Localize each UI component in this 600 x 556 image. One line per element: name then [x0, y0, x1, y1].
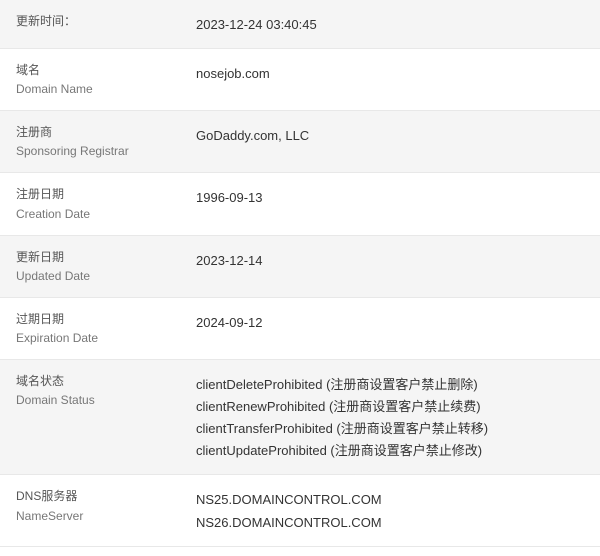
label-en-registrar: Sponsoring Registrar: [16, 142, 180, 160]
label-zh-creation-date: 注册日期: [16, 185, 180, 204]
value-update-time: 2023-12-24 03:40:45: [196, 12, 584, 36]
row-domain-name: 域名Domain Namenosejob.com: [0, 49, 600, 111]
value-line: NS25.DOMAINCONTROL.COM: [196, 489, 584, 511]
value-line: 2023-12-14: [196, 250, 584, 272]
label-zh-expiration-date: 过期日期: [16, 310, 180, 329]
row-domain-status: 域名状态Domain StatusclientDeleteProhibited …: [0, 360, 600, 475]
label-en-expiration-date: Expiration Date: [16, 329, 180, 347]
label-expiration-date: 过期日期Expiration Date: [16, 310, 196, 347]
label-zh-domain-name: 域名: [16, 61, 180, 80]
label-en-domain-status: Domain Status: [16, 391, 180, 409]
value-line: 2024-09-12: [196, 312, 584, 334]
label-zh-registrar: 注册商: [16, 123, 180, 142]
label-zh-domain-status: 域名状态: [16, 372, 180, 391]
value-nameserver: NS25.DOMAINCONTROL.COMNS26.DOMAINCONTROL…: [196, 487, 584, 533]
row-registrar: 注册商Sponsoring RegistrarGoDaddy.com, LLC: [0, 111, 600, 173]
label-domain-status: 域名状态Domain Status: [16, 372, 196, 409]
value-line: nosejob.com: [196, 63, 584, 85]
label-nameserver: DNS服务器NameServer: [16, 487, 196, 524]
value-creation-date: 1996-09-13: [196, 185, 584, 209]
value-updated-date: 2023-12-14: [196, 248, 584, 272]
label-zh-update-time: 更新时间：: [16, 12, 180, 31]
label-zh-updated-date: 更新日期: [16, 248, 180, 267]
value-line: 1996-09-13: [196, 187, 584, 209]
label-updated-date: 更新日期Updated Date: [16, 248, 196, 285]
value-registrar: GoDaddy.com, LLC: [196, 123, 584, 147]
value-line: GoDaddy.com, LLC: [196, 125, 584, 147]
label-zh-nameserver: DNS服务器: [16, 487, 180, 506]
row-update-time: 更新时间： 2023-12-24 03:40:45: [0, 0, 600, 49]
value-line: NS26.DOMAINCONTROL.COM: [196, 512, 584, 534]
label-en-updated-date: Updated Date: [16, 267, 180, 285]
label-en-nameserver: NameServer: [16, 507, 180, 525]
value-line: clientTransferProhibited (注册商设置客户禁止转移): [196, 418, 584, 440]
value-line: clientUpdateProhibited (注册商设置客户禁止修改): [196, 440, 584, 462]
value-domain-name: nosejob.com: [196, 61, 584, 85]
label-registrar: 注册商Sponsoring Registrar: [16, 123, 196, 160]
label-domain-name: 域名Domain Name: [16, 61, 196, 98]
row-nameserver: DNS服务器NameServerNS25.DOMAINCONTROL.COMNS…: [0, 475, 600, 546]
row-expiration-date: 过期日期Expiration Date2024-09-12: [0, 298, 600, 360]
label-creation-date: 注册日期Creation Date: [16, 185, 196, 222]
value-line: 2023-12-24 03:40:45: [196, 14, 584, 36]
value-line: clientDeleteProhibited (注册商设置客户禁止删除): [196, 374, 584, 396]
label-en-creation-date: Creation Date: [16, 205, 180, 223]
whois-table: 更新时间：2023-12-24 03:40:45域名Domain Namenos…: [0, 0, 600, 547]
value-expiration-date: 2024-09-12: [196, 310, 584, 334]
row-creation-date: 注册日期Creation Date1996-09-13: [0, 173, 600, 235]
value-domain-status: clientDeleteProhibited (注册商设置客户禁止删除)clie…: [196, 372, 584, 462]
value-line: clientRenewProhibited (注册商设置客户禁止续费): [196, 396, 584, 418]
label-en-domain-name: Domain Name: [16, 80, 180, 98]
row-updated-date: 更新日期Updated Date2023-12-14: [0, 236, 600, 298]
label-update-time: 更新时间：: [16, 12, 196, 31]
